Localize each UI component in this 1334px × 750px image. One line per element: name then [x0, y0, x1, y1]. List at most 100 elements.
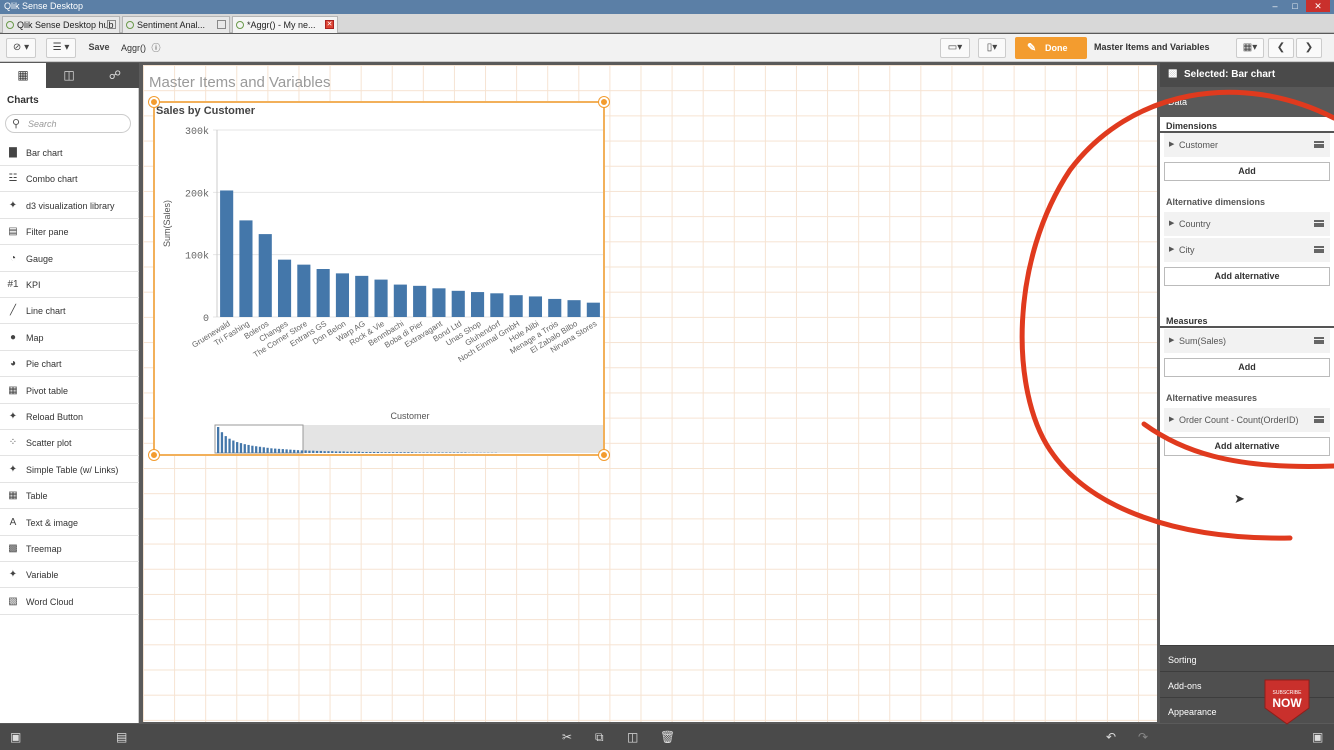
subscribe-badge[interactable]: SUBSCRIBE NOW: [1262, 678, 1312, 726]
bar-chart-object[interactable]: Sales by Customer 0 100k 200k 300k Sum(Sales…: [149, 97, 609, 460]
resize-handle[interactable]: [149, 450, 159, 460]
add-measure-button[interactable]: Add: [1164, 358, 1330, 377]
properties-panel: ▩ Selected: Bar chart Data Dimensions ▶ …: [1160, 63, 1334, 723]
toggle-properties-icon[interactable]: ▣: [1312, 730, 1323, 744]
chart-item[interactable]: #1 KPI: [0, 272, 139, 298]
search-icon: ⚲: [12, 118, 21, 130]
minichart-bar: [331, 451, 334, 453]
copy-icon[interactable]: ⧉: [595, 730, 604, 745]
toggle-assets-icon[interactable]: ▣: [10, 730, 21, 744]
undo-icon[interactable]: ↶: [1106, 730, 1116, 744]
tab-close-icon[interactable]: ✕: [325, 20, 334, 29]
add-dimension-button[interactable]: Add: [1164, 162, 1330, 181]
sorting-section[interactable]: Sorting: [1160, 645, 1334, 671]
charts-tab-icon[interactable]: ▦: [0, 63, 46, 88]
info-icon[interactable]: ⓘ: [152, 43, 161, 53]
expand-arrow-icon: ▶: [1169, 337, 1175, 344]
fields-tab-icon[interactable]: ☍: [92, 63, 138, 88]
search-input[interactable]: ⚲ Search: [5, 114, 131, 133]
chart-item-label: Gauge: [26, 253, 54, 264]
sheet-canvas[interactable]: Master Items and Variables Sales by Cust…: [143, 65, 1157, 722]
chart-item[interactable]: ✦ Reload Button: [0, 404, 139, 430]
minichart-bar: [319, 450, 322, 453]
chart-item[interactable]: ▇ Bar chart: [0, 140, 139, 166]
alt-dimension-row-city[interactable]: ▶ City: [1164, 238, 1330, 262]
tab-close-icon[interactable]: [217, 20, 226, 29]
resize-handle[interactable]: [599, 97, 609, 107]
redo-icon[interactable]: ↷: [1138, 730, 1148, 744]
chart-item[interactable]: ▩ Treemap: [0, 536, 139, 562]
delete-icon[interactable]: 🗑: [660, 730, 675, 744]
resize-handle[interactable]: [599, 450, 609, 460]
word-cloud-icon: ▧: [8, 595, 18, 607]
minichart-bar: [315, 450, 319, 453]
tab-sentiment[interactable]: Sentiment Anal...: [122, 16, 230, 33]
minichart-bar: [365, 451, 368, 453]
chart-item[interactable]: ▤ Filter pane: [0, 219, 139, 246]
navigation-menu-button[interactable]: ⊘ ▾: [6, 38, 36, 58]
next-sheet-button[interactable]: ❯: [1296, 38, 1322, 58]
alt-dimension-row-country[interactable]: ▶ Country: [1164, 212, 1330, 236]
measure-label: Sum(Sales): [1179, 336, 1227, 346]
toggle-sheets-icon[interactable]: ▤: [116, 730, 127, 744]
bar: [451, 290, 465, 317]
done-button[interactable]: ✎ Done: [1015, 37, 1087, 59]
device-preview-button[interactable]: ▭▾: [940, 38, 970, 58]
bar: [374, 279, 388, 317]
expand-arrow-icon: ▶: [1169, 141, 1175, 148]
tab-aggr[interactable]: *Aggr() - My ne... ✕: [232, 16, 338, 33]
mouse-cursor-icon: ➤: [1234, 491, 1245, 506]
tab-close-icon[interactable]: [107, 20, 116, 29]
bottom-toolbar: ▣ ▤ ✂ ⧉ ◫ 🗑 ↶ ↷ ▣: [0, 724, 1334, 750]
paste-icon[interactable]: ◫: [627, 730, 638, 744]
maximize-icon[interactable]: □: [1286, 0, 1304, 12]
add-alternative-dimension-button[interactable]: Add alternative: [1164, 267, 1330, 286]
save-button[interactable]: Save: [84, 38, 114, 58]
chart-item[interactable]: ◕ Pie chart: [0, 351, 139, 378]
measure-row-sum-sales[interactable]: ▶ Sum(Sales): [1164, 329, 1330, 353]
minichart-bar: [217, 427, 220, 453]
drag-handle-icon[interactable]: [1314, 337, 1324, 344]
master-items-tab-icon[interactable]: ◫: [46, 63, 92, 88]
drag-handle-icon[interactable]: [1314, 416, 1324, 423]
minichart-bar: [262, 447, 265, 453]
chart-item[interactable]: ⁘ Scatter plot: [0, 430, 139, 457]
tab-hub[interactable]: Qlik Sense Desktop hub: [2, 16, 120, 33]
bar: [316, 269, 330, 317]
resize-handle[interactable]: [149, 97, 159, 107]
chart-item[interactable]: ✦ d3 visualization library: [0, 193, 139, 219]
add-alternative-measure-button[interactable]: Add alternative: [1164, 437, 1330, 456]
chart-item[interactable]: ☳ Combo chart: [0, 166, 139, 193]
alt-measure-row-order-count[interactable]: ▶ Order Count - Count(OrderID): [1164, 408, 1330, 432]
bar: [586, 302, 600, 317]
chart-item[interactable]: ▦ Pivot table: [0, 378, 139, 404]
minichart-bar: [369, 451, 372, 453]
measures-heading: Measures: [1166, 316, 1208, 326]
window-title: Qlik Sense Desktop: [4, 1, 84, 11]
previous-sheet-button[interactable]: ❮: [1268, 38, 1294, 58]
minichart-bar: [289, 449, 292, 453]
mobile-preview-button[interactable]: ▯▾: [978, 38, 1006, 58]
sheets-menu-button[interactable]: ▦▾: [1236, 38, 1264, 58]
drag-handle-icon[interactable]: [1314, 141, 1324, 148]
pivot-table-icon: ▦: [8, 384, 18, 396]
chart-item-label: Bar chart: [26, 148, 63, 158]
chart-item[interactable]: ▦ Table: [0, 483, 139, 510]
chart-item[interactable]: ◔ Gauge: [0, 246, 139, 272]
chart-item[interactable]: ╱ Line chart: [0, 298, 139, 325]
data-section-tab[interactable]: Data: [1160, 87, 1334, 117]
chart-item[interactable]: ✦ Variable: [0, 562, 139, 589]
chart-item[interactable]: ▧ Word Cloud: [0, 589, 139, 615]
bar: [239, 220, 253, 317]
global-menu-button[interactable]: ☰ ▾: [46, 38, 76, 58]
drag-handle-icon[interactable]: [1314, 246, 1324, 253]
chart-item[interactable]: ● Map: [0, 325, 139, 351]
minimize-icon[interactable]: –: [1266, 0, 1284, 12]
drag-handle-icon[interactable]: [1314, 220, 1324, 227]
close-icon[interactable]: ✕: [1306, 0, 1330, 12]
minichart-bar: [350, 451, 353, 453]
dimension-row-customer[interactable]: ▶ Customer: [1164, 133, 1330, 157]
chart-item[interactable]: ✦ Simple Table (w/ Links): [0, 457, 139, 483]
cut-icon[interactable]: ✂: [562, 730, 572, 744]
chart-item[interactable]: A Text & image: [0, 510, 139, 536]
